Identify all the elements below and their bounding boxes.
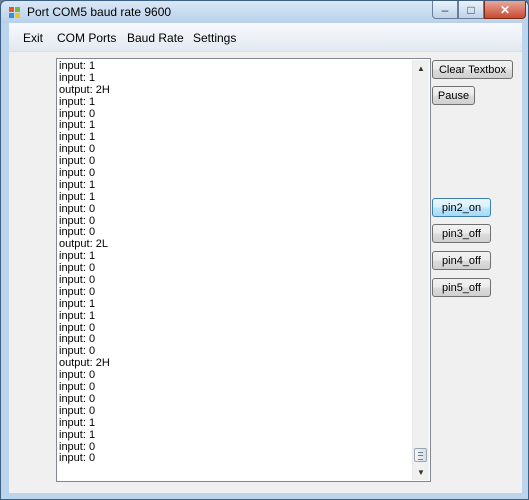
log-line: input: 1 [59,71,96,84]
log-line: input: 0 [59,392,96,405]
log-line: input: 1 [59,95,96,108]
log-line: input: 0 [59,202,96,215]
maximize-button[interactable]: □ [458,1,484,19]
menu-com-ports[interactable]: COM Ports [57,31,116,45]
log-line: input: 0 [59,321,96,334]
close-button[interactable]: ✕ [484,1,526,19]
log-line: input: 1 [59,61,96,72]
menu-bar: Exit COM Ports Baud Rate Settings [9,23,522,52]
log-line: output: 2H [59,357,110,370]
pin2-button[interactable]: pin2_on [432,198,491,217]
log-line: input: 0 [59,107,96,120]
serial-log-textbox[interactable]: input: 1 input: 1 output: 2H input: 1 input:… [56,58,431,482]
scroll-down-arrow-icon[interactable]: ▼ [413,464,429,480]
pin3-button[interactable]: pin3_off [432,224,491,243]
log-line: input: 0 [59,143,96,156]
windows-form-icon [9,7,21,18]
scroll-thumb[interactable] [414,448,427,462]
log-line: input: 1 [59,190,96,203]
log-line: input: 0 [59,369,96,382]
clear-textbox-button[interactable]: Clear Textbox [432,60,513,79]
menu-baud-rate[interactable]: Baud Rate [127,31,184,45]
client-area: Exit COM Ports Baud Rate Settings input:… [9,23,522,493]
log-line: input: 0 [59,214,96,227]
log-line: input: 0 [59,167,96,180]
log-line: input: 0 [59,262,96,275]
title-bar[interactable]: Port COM5 baud rate 9600 – □ ✕ [1,1,528,23]
log-line: input: 0 [59,333,96,346]
menu-settings[interactable]: Settings [193,31,236,45]
log-line: input: 1 [59,297,96,310]
log-line: output: 2H [59,83,110,96]
minimize-button[interactable]: – [432,1,458,19]
app-window: Port COM5 baud rate 9600 – □ ✕ Exit COM … [0,0,529,500]
log-line: input: 0 [59,404,96,417]
window-title: Port COM5 baud rate 9600 [27,5,172,19]
pause-button[interactable]: Pause [432,86,475,105]
log-line: input: 1 [59,250,96,263]
pin5-button[interactable]: pin5_off [432,278,491,297]
pin4-button[interactable]: pin4_off [432,251,491,270]
log-line: input: 1 [59,428,96,441]
vertical-scrollbar[interactable]: ▲ ▼ [412,60,429,480]
log-line: input: 1 [59,178,96,191]
log-line: input: 0 [59,274,96,287]
log-line: input: 1 [59,416,96,429]
log-line: input: 0 [59,155,96,168]
log-line: input: 0 [59,452,96,465]
log-line: input: 1 [59,309,96,322]
log-line: input: 1 [59,119,96,132]
log-line: input: 0 [59,285,96,298]
log-line: input: 0 [59,440,96,453]
log-line: input: 0 [59,381,96,394]
scroll-up-arrow-icon[interactable]: ▲ [413,60,429,76]
log-line: input: 1 [59,131,96,144]
log-lines: input: 1 input: 1 output: 2H input: 1 input:… [59,61,412,479]
menu-exit[interactable]: Exit [23,31,43,45]
log-line: output: 2L [59,238,108,251]
log-line: input: 0 [59,345,96,358]
log-line: input: 0 [59,226,96,239]
